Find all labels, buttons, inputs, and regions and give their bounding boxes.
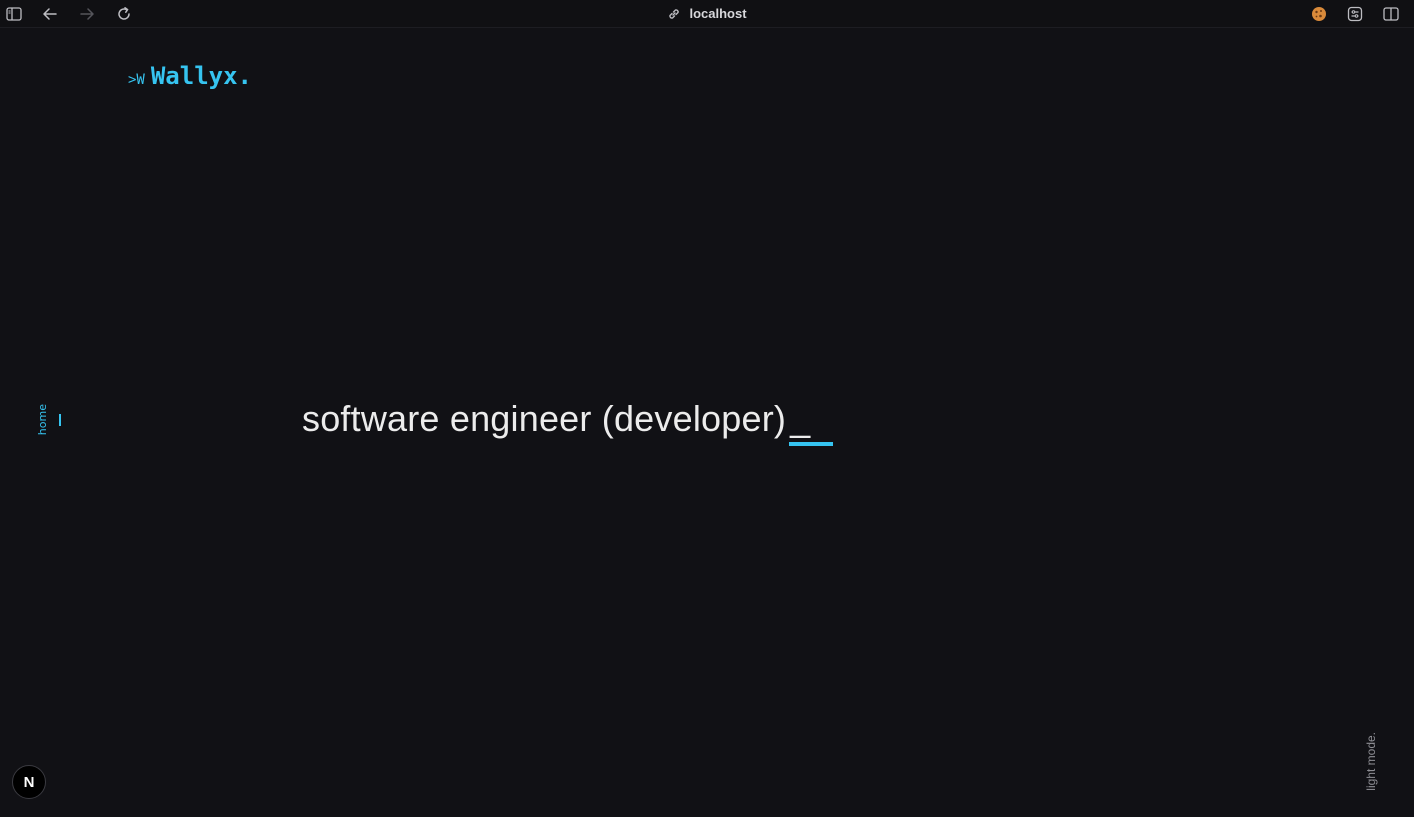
extension-icon[interactable] — [1345, 4, 1365, 24]
site-logo[interactable]: >W Wallyx. — [128, 62, 252, 90]
typing-cursor: _ — [789, 398, 834, 446]
hero: software engineer (developer) _ — [302, 398, 834, 446]
logo-text: Wallyx. — [150, 62, 253, 90]
cookie-extension-icon[interactable] — [1309, 4, 1329, 24]
reload-icon[interactable] — [114, 4, 134, 24]
link-icon — [667, 7, 681, 21]
split-view-icon[interactable] — [1381, 4, 1401, 24]
typing-cursor-char: _ — [790, 398, 811, 439]
active-indicator — [59, 413, 61, 426]
address-bar: localhost — [0, 0, 1414, 27]
typing-cursor-bar — [789, 442, 834, 446]
forward-arrow-icon[interactable] — [77, 4, 97, 24]
hero-title: software engineer (developer) — [302, 398, 787, 439]
browser-toolbar: localhost — [0, 0, 1414, 28]
sidebar-toggle-icon[interactable] — [4, 4, 24, 24]
logo-mark: >W — [128, 72, 145, 88]
address-text[interactable]: localhost — [689, 6, 746, 21]
nextjs-dev-badge[interactable]: N — [12, 765, 46, 799]
theme-toggle[interactable]: light mode. — [1364, 732, 1378, 791]
side-nav-item-home[interactable]: home — [36, 404, 49, 435]
back-arrow-icon[interactable] — [40, 4, 60, 24]
side-nav: home — [36, 404, 61, 435]
